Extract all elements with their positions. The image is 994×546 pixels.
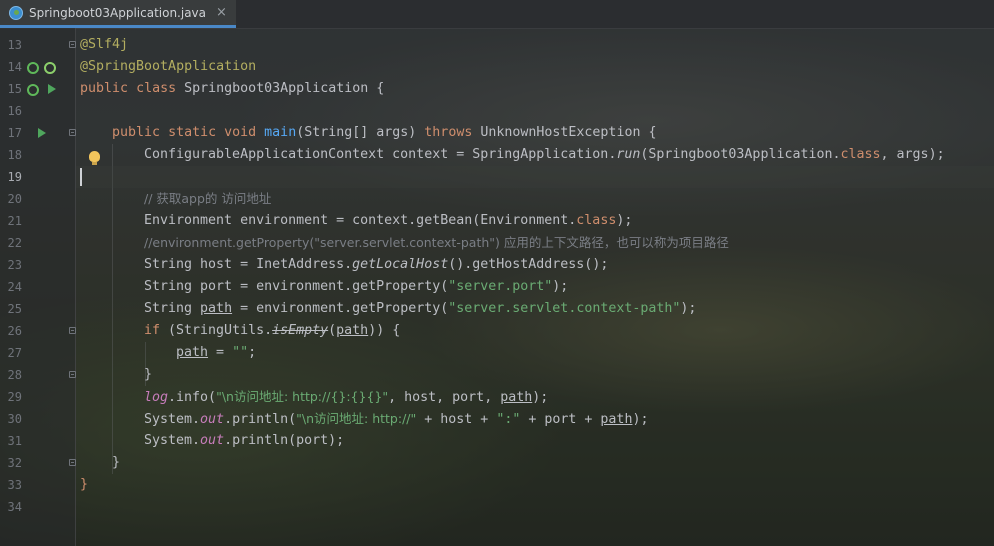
line-number: 30 (7, 412, 22, 426)
fold-marker[interactable] (69, 41, 76, 48)
line-number: 33 (7, 478, 22, 492)
spring-bean-icon[interactable] (27, 84, 39, 96)
code-line-27: path = ""; (176, 345, 257, 360)
tab-filename: Springboot03Application.java (29, 5, 207, 20)
code-line-14: @SpringBootApplication (80, 59, 257, 74)
line-number: 23 (7, 258, 22, 272)
run-class-icon[interactable] (48, 84, 56, 94)
line-number: 16 (7, 104, 22, 118)
line-number: 14 (7, 60, 22, 74)
code-line-17: public static void main(String[] args) t… (112, 125, 657, 140)
editor-gutter[interactable]: 13 14 15 16 17 18 19 20 21 22 23 24 25 2… (0, 28, 76, 546)
line-number: 24 (7, 280, 22, 294)
code-line-19 (76, 166, 994, 188)
line-number: 29 (7, 390, 22, 404)
code-line-30: System.out.println("\n访问地址: http://" + h… (144, 411, 649, 427)
code-editor[interactable]: @Slf4j @SpringBootApplication public cla… (76, 34, 994, 546)
line-number-current: 19 (7, 170, 22, 184)
line-number: 18 (7, 148, 22, 162)
fold-marker[interactable] (69, 129, 76, 136)
fold-marker[interactable] (69, 327, 76, 334)
code-line-13: @Slf4j (80, 37, 129, 52)
code-line-29: log.info("\n访问地址: http://{}:{}{}", host,… (144, 389, 549, 405)
indent-guide (112, 144, 113, 474)
line-number: 26 (7, 324, 22, 338)
line-number: 13 (7, 38, 22, 52)
line-number: 15 (7, 82, 22, 96)
code-line-21: Environment environment = context.getBea… (144, 213, 633, 228)
line-number: 22 (7, 236, 22, 250)
spring-leaf-icon[interactable] (44, 62, 56, 74)
code-line-33: } (80, 477, 89, 492)
code-line-31: System.out.println(port); (144, 433, 345, 448)
code-line-23: String host = InetAddress.getLocalHost()… (144, 257, 609, 272)
line-number: 21 (7, 214, 22, 228)
java-class-icon (9, 5, 23, 20)
code-line-20: // 获取app的 访问地址 (144, 191, 272, 206)
code-line-15: public class Springboot03Application { (80, 81, 385, 96)
code-line-18: ConfigurableApplicationContext context =… (144, 147, 945, 162)
fold-marker[interactable] (69, 371, 76, 378)
spring-bean-icon[interactable] (27, 62, 39, 74)
line-number: 31 (7, 434, 22, 448)
line-number: 17 (7, 126, 22, 140)
lightbulb-icon[interactable] (89, 151, 100, 165)
line-number: 34 (7, 500, 22, 514)
code-line-22: //environment.getProperty("server.servle… (144, 235, 729, 250)
line-number: 20 (7, 192, 22, 206)
editor-tab-springboot03application[interactable]: Springboot03Application.java × (0, 0, 236, 28)
editor-tab-bar: Springboot03Application.java × (0, 0, 994, 29)
fold-marker[interactable] (69, 459, 76, 466)
run-main-icon[interactable] (38, 128, 46, 138)
code-line-24: String port = environment.getProperty("s… (144, 279, 569, 294)
code-line-32: } (112, 455, 121, 470)
line-number: 27 (7, 346, 22, 360)
close-icon[interactable]: × (216, 5, 227, 20)
code-line-25: String path = environment.getProperty("s… (144, 301, 697, 316)
code-line-28: } (144, 367, 153, 382)
code-line-26: if (StringUtils.isEmpty(path)) { (144, 323, 401, 338)
line-number: 32 (7, 456, 22, 470)
line-number: 25 (7, 302, 22, 316)
text-caret (80, 168, 82, 186)
line-number: 28 (7, 368, 22, 382)
